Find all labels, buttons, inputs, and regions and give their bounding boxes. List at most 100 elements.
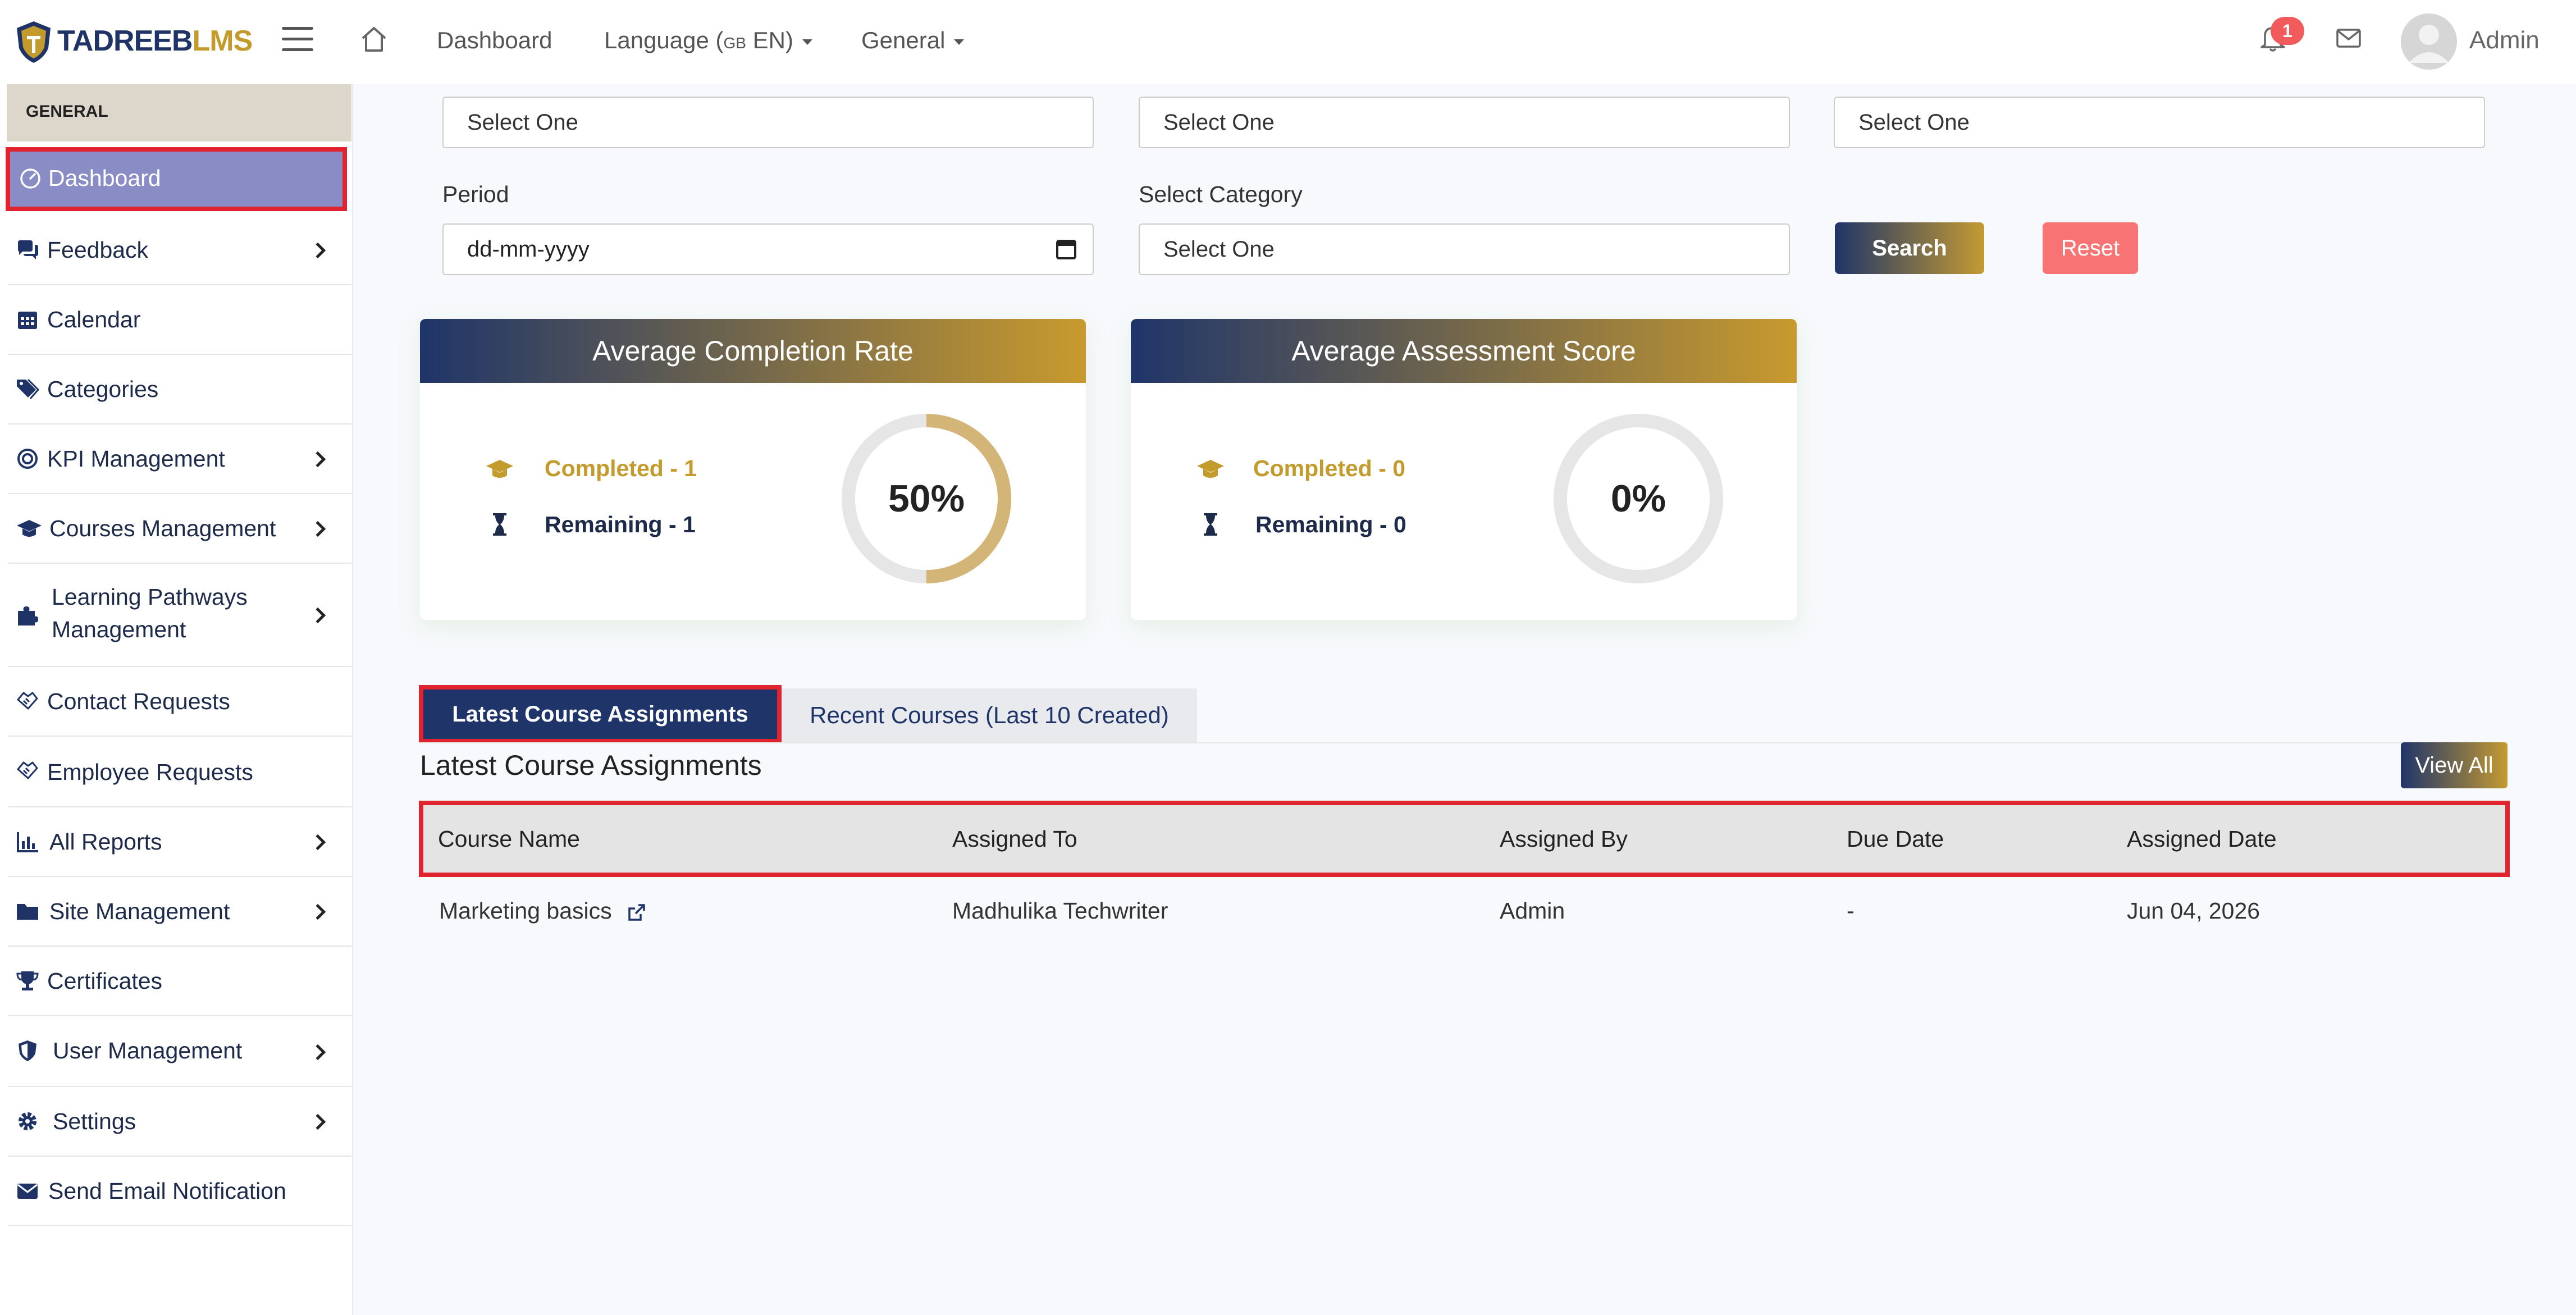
- period-label: Period: [442, 181, 509, 207]
- sidebar-item-label: Settings: [53, 1108, 136, 1134]
- assessment-percent: 0%: [1610, 477, 1666, 520]
- filter-select-3[interactable]: Select One: [1834, 97, 2485, 148]
- chevron-right-icon: [309, 242, 326, 259]
- sidebar-item-calendar[interactable]: Calendar: [8, 285, 351, 355]
- language-flag: GB: [723, 34, 746, 52]
- reset-button[interactable]: Reset: [2043, 222, 2138, 274]
- chevron-right-icon: [309, 903, 326, 920]
- hamburger-menu-icon[interactable]: [282, 27, 313, 53]
- sidebar-item-label-line2: Management: [52, 617, 186, 642]
- sidebar-item-label: Site Management: [49, 898, 230, 924]
- sidebar-item-label: All Reports: [49, 829, 162, 855]
- sidebar-item-feedback[interactable]: Feedback: [8, 216, 351, 285]
- course-name-text: Marketing basics: [439, 898, 612, 924]
- sidebar-item-label: User Management: [53, 1038, 243, 1063]
- graduation-cap-icon: [17, 520, 42, 537]
- tags-icon: [17, 378, 39, 399]
- assigned-date-cell: Jun 04, 2026: [2127, 898, 2260, 924]
- user-avatar[interactable]: [2401, 13, 2457, 70]
- hourglass-icon: [1204, 513, 1217, 536]
- puzzle-icon: [18, 606, 38, 625]
- tab-recent-courses[interactable]: Recent Courses (Last 10 Created): [782, 688, 1197, 742]
- user-silhouette-icon: [2401, 13, 2457, 70]
- handshake-icon: [17, 692, 38, 710]
- assessment-card-title: Average Assessment Score: [1131, 319, 1797, 383]
- graduation-cap-icon: [1197, 460, 1224, 478]
- external-link-icon[interactable]: [627, 903, 646, 922]
- language-dropdown[interactable]: Language (GB EN): [604, 24, 812, 60]
- column-header-course-name[interactable]: Course Name: [438, 805, 580, 873]
- column-header-due-date[interactable]: Due Date: [1847, 805, 1944, 873]
- sidebar-item-send-email-notification[interactable]: Send Email Notification: [8, 1157, 351, 1226]
- chevron-right-icon: [309, 1113, 326, 1130]
- sidebar-item-categories[interactable]: Categories: [8, 355, 351, 424]
- shield-icon: [19, 1040, 36, 1061]
- filter-select-2[interactable]: Select One: [1139, 97, 1790, 148]
- filter-select-1[interactable]: Select One: [442, 97, 1094, 148]
- gear-icon: [19, 1112, 36, 1130]
- sidebar-item-certificates[interactable]: Certificates: [8, 947, 351, 1016]
- calendar-picker-icon[interactable]: [1056, 237, 1077, 261]
- tab-latest-course-assignments[interactable]: Latest Course Assignments: [419, 685, 782, 743]
- hourglass-icon: [493, 513, 506, 536]
- caret-down-icon: [802, 39, 812, 45]
- calendar-icon: [18, 312, 37, 329]
- sidebar-item-label: Employee Requests: [47, 759, 253, 785]
- home-icon[interactable]: [359, 25, 389, 54]
- sidebar-item-settings[interactable]: Settings: [8, 1087, 351, 1157]
- column-header-assigned-by[interactable]: Assigned By: [1500, 805, 1628, 873]
- brand-name-part1: TADREEB: [57, 25, 193, 57]
- section-title: Latest Course Assignments: [420, 750, 762, 781]
- completion-remaining-count: Remaining - 1: [545, 512, 696, 537]
- brand-logo[interactable]: TADREEBLMS: [57, 21, 253, 61]
- caret-down-icon: [954, 39, 965, 45]
- nav-dashboard-link[interactable]: Dashboard: [437, 24, 552, 57]
- sidebar: GENERAL Dashboard Feedback Calendar Cate…: [0, 84, 353, 1315]
- sidebar-item-contact-requests[interactable]: Contact Requests: [8, 667, 351, 737]
- notification-count-badge[interactable]: 1: [2271, 17, 2304, 45]
- comments-icon: [18, 240, 38, 259]
- sidebar-item-learning-pathways[interactable]: Learning Pathways Management: [8, 564, 351, 667]
- chevron-right-icon: [309, 834, 326, 851]
- assessment-completed-count: Completed - 0: [1253, 455, 1406, 481]
- assigned-to-cell: Madhulika Techwriter: [952, 898, 1168, 924]
- general-label: General: [861, 27, 946, 53]
- completion-percent: 50%: [888, 477, 965, 520]
- course-name-link[interactable]: Marketing basics: [439, 894, 646, 928]
- brand-name-part2: LMS: [192, 25, 253, 57]
- language-code: EN): [746, 27, 793, 53]
- user-name[interactable]: Admin: [2469, 24, 2540, 57]
- folder-icon: [17, 904, 38, 920]
- sidebar-item-label: Send Email Notification: [48, 1178, 286, 1204]
- sidebar-item-user-management[interactable]: User Management: [8, 1016, 351, 1087]
- category-select[interactable]: Select One: [1139, 223, 1790, 275]
- chevron-right-icon: [309, 1044, 326, 1061]
- completion-completed-count: Completed - 1: [545, 455, 697, 481]
- view-all-button[interactable]: View All: [2401, 742, 2508, 788]
- sidebar-item-dashboard[interactable]: Dashboard: [6, 147, 347, 211]
- sidebar-item-label: Dashboard: [48, 165, 161, 191]
- sidebar-item-courses-management[interactable]: Courses Management: [8, 494, 351, 564]
- chevron-right-icon: [309, 451, 326, 468]
- mail-icon[interactable]: [2336, 28, 2362, 48]
- sidebar-item-label: Calendar: [47, 307, 141, 332]
- sidebar-item-label: Contact Requests: [47, 688, 230, 714]
- sidebar-item-kpi-management[interactable]: KPI Management: [8, 424, 351, 494]
- column-header-assigned-to[interactable]: Assigned To: [952, 805, 1077, 873]
- search-button[interactable]: Search: [1835, 222, 1984, 274]
- table-header-row: Course Name Assigned To Assigned By Due …: [419, 801, 2510, 877]
- sidebar-item-all-reports[interactable]: All Reports: [8, 807, 351, 877]
- period-date-input[interactable]: dd-mm-yyyy: [442, 223, 1094, 275]
- sidebar-item-employee-requests[interactable]: Employee Requests: [8, 737, 351, 807]
- completion-rate-card: Average Completion Rate Completed - 1 Re…: [420, 319, 1086, 620]
- top-bar: TADREEBLMS Dashboard Language (GB EN) Ge…: [0, 0, 2576, 84]
- column-header-assigned-date[interactable]: Assigned Date: [2127, 805, 2277, 873]
- due-date-cell: -: [1847, 898, 1855, 924]
- sidebar-section-title: GENERAL: [26, 102, 108, 121]
- general-dropdown[interactable]: General: [861, 24, 965, 57]
- target-icon: [17, 449, 38, 469]
- sidebar-item-site-management[interactable]: Site Management: [8, 877, 351, 947]
- envelope-icon: [17, 1184, 38, 1199]
- period-placeholder: dd-mm-yyyy: [467, 237, 590, 262]
- sidebar-item-label: Courses Management: [49, 515, 276, 541]
